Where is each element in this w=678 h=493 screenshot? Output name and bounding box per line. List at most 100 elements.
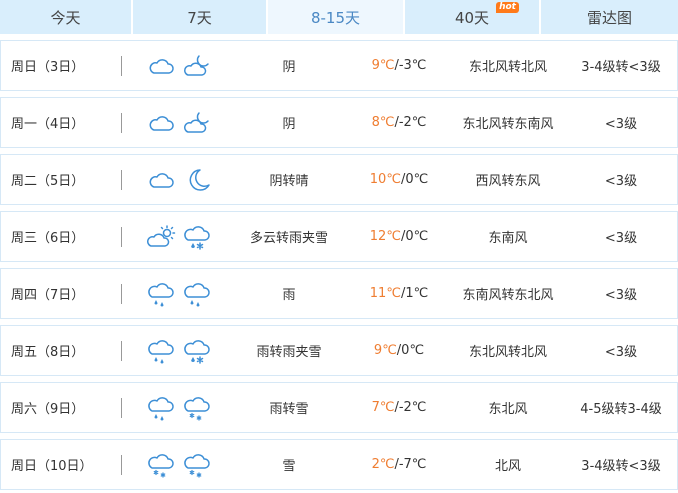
wind-level: 3-4级转<3级 (581, 60, 661, 75)
wind-direction: 西风转东风 (475, 174, 541, 189)
hot-badge: hot (496, 2, 519, 13)
wind-direction: 东南风 (488, 231, 528, 246)
weather-description: 阴 (282, 117, 296, 132)
wind-level: <3级 (604, 288, 638, 303)
temp-low: /0℃ (396, 343, 425, 358)
tab-label: 今天 (50, 8, 81, 27)
tab-7-days[interactable]: 7天 (133, 0, 268, 34)
forecast-list: 周日（3日）阴 9℃/-3℃ 东北风转北风 3-4级转<3级 周一（4日）阴 8℃/-2℃… (0, 40, 678, 493)
divider (121, 341, 122, 361)
tab-8-15-days[interactable]: 8-15天 (268, 0, 405, 34)
day-label: 周六（9日） (11, 402, 85, 417)
temp-low: /0℃ (400, 229, 429, 244)
day-label: 周一（4日） (11, 117, 85, 132)
day-label: 周日（3日） (11, 60, 85, 75)
forecast-row: 周三（6日） 多云转雨夹雪 12℃/0℃ 东南风 <3级 (0, 211, 678, 262)
wind-direction: 东南风转东北风 (462, 288, 554, 303)
temp-high: 11℃ (369, 286, 401, 301)
rain-icon (148, 339, 174, 363)
temperature: 11℃/1℃ (351, 269, 447, 318)
wind-direction: 东北风转北风 (468, 60, 547, 75)
weather-icons (147, 326, 217, 375)
wind-direction: 北风 (494, 459, 521, 474)
divider (121, 170, 122, 190)
weather-icons (147, 41, 217, 90)
wind-level: <3级 (604, 231, 638, 246)
temp-high: 7℃ (371, 400, 395, 415)
rain-icon (148, 282, 174, 306)
tab-radar[interactable]: 雷达图 (541, 0, 678, 34)
rain-icon (184, 282, 210, 306)
weather-icons (147, 383, 217, 432)
tab-40-days[interactable]: 40天 hot (405, 0, 541, 34)
sleet-icon (184, 339, 210, 364)
tab-label: 8-15天 (310, 8, 361, 27)
temp-high: 2℃ (371, 457, 395, 472)
snow-icon (148, 453, 174, 478)
temperature: 2℃/-7℃ (351, 440, 447, 489)
forecast-row: 周六（9日） 雨转雪 7℃/-2℃ 东北风 4-5级转3-4级 (0, 382, 678, 433)
weather-icons (147, 269, 217, 318)
divider (121, 284, 122, 304)
partly-cloudy-night-icon (184, 54, 209, 76)
temp-low: /-2℃ (394, 115, 427, 130)
temp-low: /0℃ (400, 172, 429, 187)
tab-label: 40天 (454, 8, 490, 27)
snow-icon (184, 396, 210, 421)
wind-level: <3级 (604, 117, 638, 132)
weather-description: 雨转雪 (269, 402, 309, 417)
cloudy-icon (149, 172, 174, 188)
snow-icon (184, 453, 210, 478)
weather-icons (147, 212, 217, 261)
wind-level: 3-4级转<3级 (581, 459, 661, 474)
day-label: 周五（8日） (11, 345, 85, 360)
tab-label: 雷达图 (586, 8, 632, 27)
wind-direction: 东北风 (488, 402, 528, 417)
cloudy-icon (149, 58, 174, 74)
wind-level: <3级 (604, 174, 638, 189)
tab-label: 7天 (187, 8, 212, 27)
temperature: 7℃/-2℃ (351, 383, 447, 432)
wind-level: <3级 (604, 345, 638, 360)
temperature: 8℃/-2℃ (351, 98, 447, 147)
temp-high: 8℃ (371, 115, 395, 130)
temp-high: 12℃ (369, 229, 401, 244)
weather-description: 雨 (282, 288, 296, 303)
moon-icon (189, 168, 210, 191)
temperature: 10℃/0℃ (351, 155, 447, 204)
weather-description: 阴转晴 (269, 174, 309, 189)
weather-icons (147, 98, 217, 147)
forecast-row: 周四（7日） 雨 11℃/1℃ 东南风转东北风 <3级 (0, 268, 678, 319)
temperature: 9℃/-3℃ (351, 41, 447, 90)
weather-description: 雪 (282, 459, 296, 474)
divider (121, 398, 122, 418)
cloudy-icon (149, 115, 174, 131)
weather-description: 雨转雨夹雪 (256, 345, 322, 360)
temperature: 9℃/0℃ (351, 326, 447, 375)
temp-high: 10℃ (369, 172, 401, 187)
temperature: 12℃/0℃ (351, 212, 447, 261)
wind-level: 4-5级转3-4级 (580, 402, 662, 417)
partly-cloudy-day-icon (147, 224, 176, 247)
weather-icons (147, 155, 217, 204)
tab-today[interactable]: 今天 (0, 0, 133, 34)
weather-icons (147, 440, 217, 489)
day-label: 周日（10日） (11, 459, 93, 474)
forecast-row: 周日（10日） 雪 2℃/-7℃ 北风 3-4级转<3级 (0, 439, 678, 490)
wind-direction: 东北风转北风 (468, 345, 547, 360)
temp-high: 9℃ (371, 58, 395, 73)
day-label: 周二（5日） (11, 174, 85, 189)
temp-low: /1℃ (400, 286, 429, 301)
weather-description: 阴 (282, 60, 296, 75)
forecast-row: 周五（8日） 雨转雨夹雪 9℃/0℃ 东北风转北风 <3级 (0, 325, 678, 376)
day-label: 周三（6日） (11, 231, 85, 246)
temp-low: /-2℃ (394, 400, 427, 415)
sleet-icon (184, 225, 210, 250)
divider (121, 455, 122, 475)
weather-description: 多云转雨夹雪 (249, 231, 328, 246)
day-label: 周四（7日） (11, 288, 85, 303)
temp-low: /-3℃ (394, 58, 427, 73)
divider (121, 227, 122, 247)
forecast-row: 周日（3日） 阴 9℃/-3℃ 东北风转北风 3-4级转<3级 (0, 40, 678, 91)
rain-icon (148, 396, 174, 420)
